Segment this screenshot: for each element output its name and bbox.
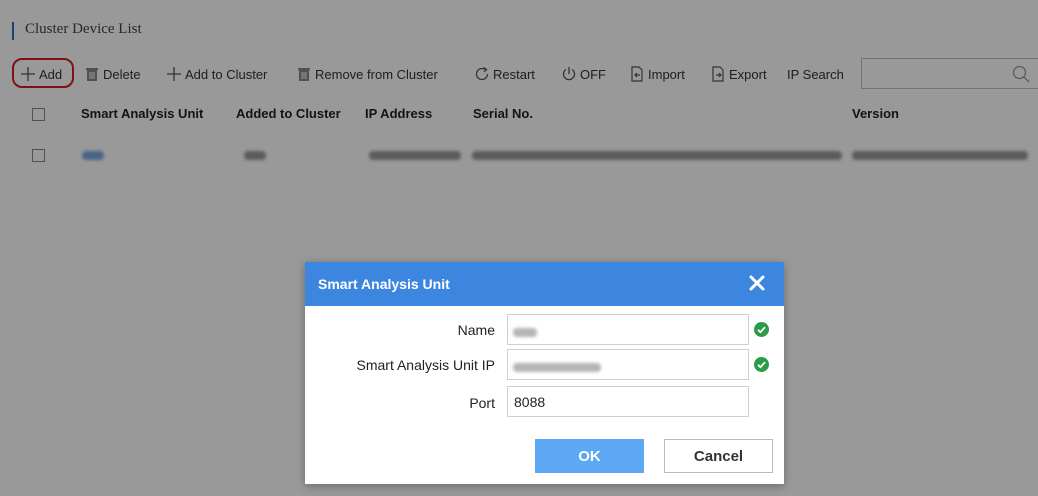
check-circle-icon — [754, 322, 769, 337]
port-field[interactable] — [507, 386, 749, 417]
redacted-name-value — [513, 328, 537, 337]
redacted-ip-value — [513, 363, 601, 372]
name-field[interactable] — [507, 314, 749, 345]
cancel-button[interactable]: Cancel — [664, 439, 773, 473]
port-label: Port — [469, 395, 495, 411]
unit-ip-label: Smart Analysis Unit IP — [356, 357, 496, 373]
dialog-title: Smart Analysis Unit — [318, 276, 450, 292]
smart-analysis-unit-dialog: Smart Analysis Unit Name Smart Analysis … — [305, 262, 784, 484]
dialog-header: Smart Analysis Unit — [305, 262, 784, 306]
name-label: Name — [457, 322, 495, 338]
close-icon[interactable] — [746, 272, 768, 294]
ok-button[interactable]: OK — [535, 439, 644, 473]
check-circle-icon — [754, 357, 769, 372]
